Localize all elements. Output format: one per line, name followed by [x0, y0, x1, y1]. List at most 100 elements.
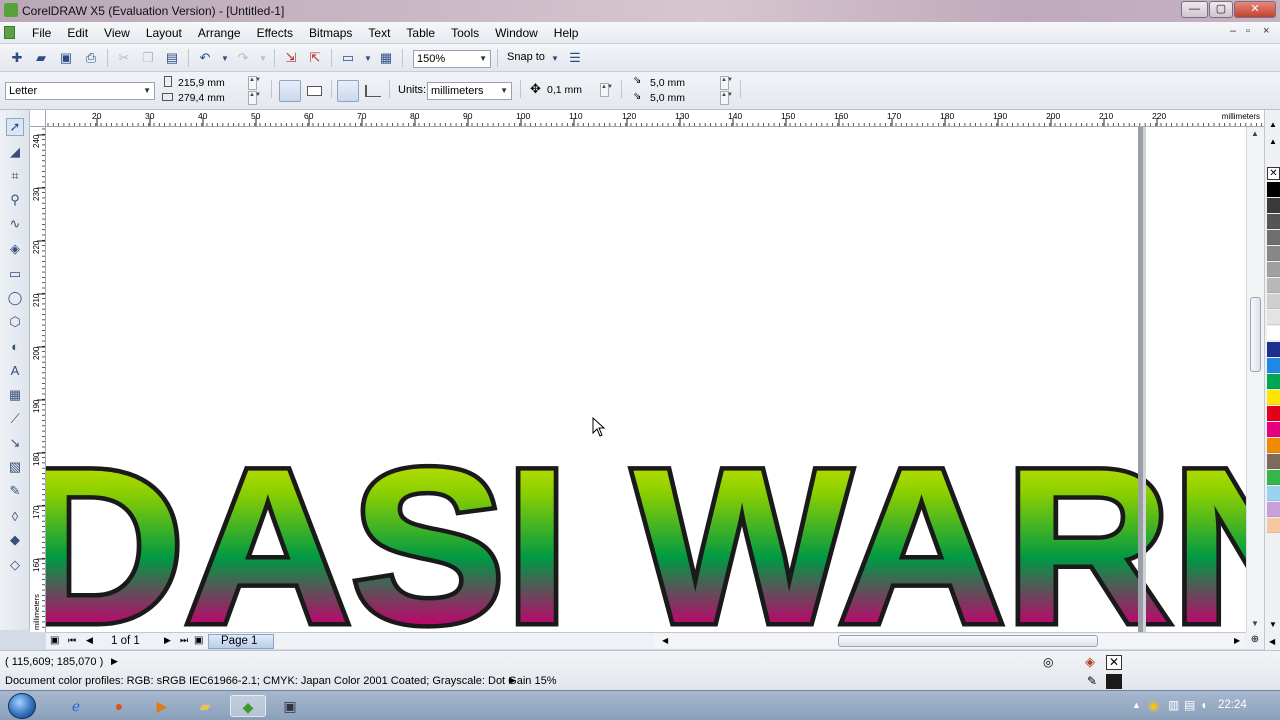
menu-tools[interactable]: Tools	[443, 26, 487, 40]
freehand-tool-icon[interactable]: ∿	[6, 215, 24, 233]
ellipse-tool-icon[interactable]: ◯	[6, 289, 24, 307]
snap-to-dropdown-icon[interactable]: ▼	[546, 49, 564, 67]
chrome-tray-icon[interactable]: ◉	[1148, 698, 1159, 714]
palette-swatch[interactable]	[1267, 198, 1280, 213]
palette-scroll-up-icon[interactable]: ▲	[1269, 120, 1277, 129]
export-icon[interactable]: ⇱	[306, 49, 324, 67]
units-select[interactable]: millimeters ▼	[427, 82, 512, 100]
palette-swatch[interactable]	[1267, 358, 1280, 373]
palette-swatch[interactable]	[1267, 502, 1280, 517]
palette-swatch[interactable]	[1267, 182, 1280, 197]
palette-swatch[interactable]	[1267, 486, 1280, 501]
rectangle-tool-icon[interactable]: ▭	[6, 265, 24, 283]
palette-swatch[interactable]	[1267, 406, 1280, 421]
gradient-text-artwork[interactable]: DASI WARN	[46, 447, 1246, 632]
duplicate-y-value[interactable]: 5,0 mm	[650, 92, 685, 104]
palette-swatch[interactable]	[1267, 294, 1280, 309]
palette-swatch[interactable]	[1267, 310, 1280, 325]
document-close-button[interactable]: ×	[1263, 25, 1269, 37]
document-minimize-button[interactable]: –	[1230, 25, 1236, 37]
options-icon[interactable]: ☰	[566, 49, 584, 67]
crop-tool-icon[interactable]: ⌗	[6, 167, 24, 185]
copy-icon[interactable]: ❐	[139, 49, 157, 67]
start-button[interactable]	[8, 693, 36, 719]
pick-tool-icon[interactable]: ➚	[6, 118, 24, 136]
landscape-icon[interactable]	[307, 86, 322, 96]
snap-status-icon[interactable]: ◎	[1043, 655, 1053, 669]
document-icon[interactable]	[4, 26, 15, 39]
palette-swatch[interactable]	[1267, 278, 1280, 293]
duplicate-y-spinner[interactable]: ▲▼	[720, 91, 733, 105]
text-tool-icon[interactable]: A	[6, 361, 24, 379]
palette-swatch[interactable]	[1267, 470, 1280, 485]
volume-tray-icon[interactable]: ◖	[1200, 698, 1207, 712]
ruler-origin[interactable]	[30, 110, 46, 127]
all-pages-button[interactable]	[337, 80, 359, 102]
menu-layout[interactable]: Layout	[138, 26, 190, 40]
snap-to-label[interactable]: Snap to	[507, 51, 545, 63]
palette-expand-icon[interactable]: ◀	[1269, 637, 1275, 646]
palette-swatch[interactable]	[1267, 326, 1280, 341]
palette-swatch[interactable]	[1267, 518, 1280, 533]
navigator-corner-icon[interactable]: ⊕	[1246, 632, 1264, 649]
scroll-left-arrow-icon[interactable]: ◀	[662, 636, 668, 645]
height-spinner[interactable]: ▲▼	[248, 91, 261, 105]
previous-page-icon[interactable]: ◀	[86, 635, 93, 646]
redo-icon[interactable]: ↷	[234, 49, 252, 67]
palette-swatch[interactable]	[1267, 246, 1280, 261]
minimize-button[interactable]: —	[1181, 1, 1208, 18]
print-icon[interactable]: ⎙	[82, 49, 100, 67]
no-color-swatch[interactable]: ✕	[1267, 167, 1280, 180]
fill-tool-icon[interactable]: ◆	[6, 531, 24, 549]
page-height-value[interactable]: 279,4 mm	[178, 92, 225, 104]
dimension-tool-icon[interactable]: ⟋	[6, 410, 24, 428]
launcher-dropdown-icon[interactable]: ▼	[359, 49, 377, 67]
zoom-tool-icon[interactable]: ⚲	[6, 191, 24, 209]
vertical-scroll-thumb[interactable]	[1250, 297, 1261, 372]
screen-capture-icon[interactable]: ▣	[272, 695, 308, 717]
first-page-icon[interactable]: ⏮	[68, 635, 76, 646]
new-document-icon[interactable]: ✚	[8, 49, 26, 67]
palette-swatch[interactable]	[1267, 342, 1280, 357]
current-page-icon[interactable]	[365, 85, 381, 97]
outline-pen-tool-icon[interactable]: ◊	[6, 507, 24, 525]
shape-tool-icon[interactable]: ◢	[6, 143, 24, 161]
interactive-fill-tool-icon[interactable]: ◇	[6, 556, 24, 574]
menu-bitmaps[interactable]: Bitmaps	[301, 26, 360, 40]
basic-shapes-tool-icon[interactable]: ◐	[6, 337, 24, 355]
save-icon[interactable]: ▣	[57, 49, 75, 67]
portrait-button[interactable]	[279, 80, 301, 102]
page-tab[interactable]: Page 1	[208, 634, 274, 649]
palette-swatch[interactable]	[1267, 374, 1280, 389]
undo-dropdown-icon[interactable]: ▼	[216, 49, 234, 67]
coreldraw-taskbar-icon[interactable]: ◆	[230, 695, 266, 717]
page-width-value[interactable]: 215,9 mm	[178, 77, 225, 89]
menu-table[interactable]: Table	[398, 26, 443, 40]
artwork-text[interactable]: DASI WARN	[46, 447, 1246, 632]
menu-text[interactable]: Text	[360, 26, 398, 40]
scroll-right-arrow-icon[interactable]: ▶	[1234, 636, 1240, 645]
nudge-distance-value[interactable]: 0,1 mm	[547, 84, 582, 96]
page-size-select[interactable]: Letter ▼	[5, 82, 155, 100]
undo-icon[interactable]: ↶	[196, 49, 214, 67]
color-profiles-menu-icon[interactable]: ▶	[509, 675, 516, 686]
add-page-after-icon[interactable]: ▣	[194, 635, 203, 646]
outline-color-swatch[interactable]	[1106, 674, 1122, 689]
application-launcher-icon[interactable]: ▭	[339, 49, 357, 67]
polygon-tool-icon[interactable]: ⬡	[6, 313, 24, 331]
table-tool-icon[interactable]: ▦	[6, 386, 24, 404]
scroll-up-arrow-icon[interactable]: ▲	[1251, 129, 1259, 138]
media-player-icon[interactable]: ▶	[144, 695, 180, 717]
smart-fill-tool-icon[interactable]: ◈	[6, 240, 24, 258]
palette-swatch[interactable]	[1267, 262, 1280, 277]
restore-button[interactable]: ▢	[1209, 1, 1233, 18]
menu-arrange[interactable]: Arrange	[190, 26, 249, 40]
width-spinner[interactable]: ▲▼	[248, 76, 261, 90]
blend-tool-icon[interactable]: ▧	[6, 458, 24, 476]
palette-swatch[interactable]	[1267, 390, 1280, 405]
menu-window[interactable]: Window	[487, 26, 546, 40]
palette-scroll-up-icon[interactable]: ▲	[1269, 137, 1277, 146]
palette-scroll-down-icon[interactable]: ▼	[1269, 620, 1277, 629]
menu-edit[interactable]: Edit	[59, 26, 96, 40]
close-button[interactable]: ✕	[1234, 1, 1276, 18]
